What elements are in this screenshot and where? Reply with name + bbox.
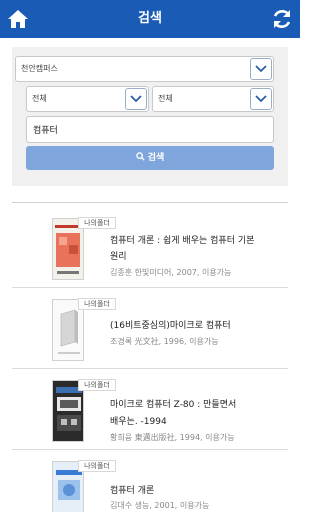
book-title-line1[interactable]: 마이크로 컴퓨터 Z-80 : 만들면서	[110, 398, 288, 412]
book-title-line1[interactable]: 컴퓨터 개론 : 쉽게 배우는 컴퓨터 기본	[110, 234, 288, 248]
my-folder-button[interactable]: 나의폴더	[78, 460, 116, 472]
divider	[12, 202, 288, 203]
chevron-down-icon	[255, 95, 267, 103]
chevron-down-icon	[255, 65, 267, 73]
campus-dropdown-button[interactable]	[250, 58, 272, 80]
my-folder-button[interactable]: 나의폴더	[78, 379, 116, 391]
book-meta: 황희융 東邁出版社, 1994, 이용가능	[110, 433, 235, 442]
search-field-value: 전체	[32, 94, 47, 103]
search-input[interactable]	[26, 116, 274, 143]
result-item[interactable]: 나의폴더 컴퓨터 개론 김대수 생능, 2001, 이용가능	[12, 451, 288, 512]
campus-select-value: 천안캠퍼스	[21, 64, 58, 73]
book-title-line1[interactable]: 컴퓨터 개론	[110, 484, 288, 498]
material-type-dropdown-button[interactable]	[250, 88, 272, 110]
search-field-select[interactable]: 전체	[26, 86, 149, 112]
campus-select[interactable]: 천안캠퍼스	[15, 56, 274, 82]
material-type-value: 전체	[158, 94, 173, 103]
book-meta: 김종훈 한빛미디어, 2007, 이용가능	[110, 268, 232, 277]
my-folder-button[interactable]: 나의폴더	[78, 298, 116, 310]
result-item[interactable]: 나의폴더 마이크로 컴퓨터 Z-80 : 만들면서 배우는. -1994 황희융…	[12, 370, 288, 450]
search-button-label: 검색	[147, 153, 165, 163]
chevron-down-icon	[130, 95, 142, 103]
refresh-button[interactable]	[270, 7, 294, 31]
result-item[interactable]: 나의폴더 (16비트중심의)마이크로 컴퓨터 조경록 光文社, 1996, 이용…	[12, 289, 288, 369]
search-field-dropdown-button[interactable]	[125, 88, 147, 110]
book-meta: 김대수 생능, 2001, 이용가능	[110, 501, 210, 510]
result-item[interactable]: 나의폴더 컴퓨터 개론 : 쉽게 배우는 컴퓨터 기본 원리 김종훈 한빛미디어…	[12, 208, 288, 288]
page-title: 검색	[138, 11, 162, 26]
app-header: 검색	[0, 0, 300, 38]
book-title-line2[interactable]: 원리	[110, 250, 288, 264]
book-meta: 조경록 光文社, 1996, 이용가능	[110, 337, 219, 346]
refresh-icon	[273, 10, 291, 28]
book-title-line2[interactable]: 배우는. -1994	[110, 415, 288, 429]
material-type-select[interactable]: 전체	[152, 86, 274, 112]
search-button[interactable]: 검색	[26, 146, 274, 170]
search-icon	[135, 152, 145, 161]
book-title-line1[interactable]: (16비트중심의)마이크로 컴퓨터	[110, 319, 288, 333]
my-folder-button[interactable]: 나의폴더	[78, 217, 116, 229]
